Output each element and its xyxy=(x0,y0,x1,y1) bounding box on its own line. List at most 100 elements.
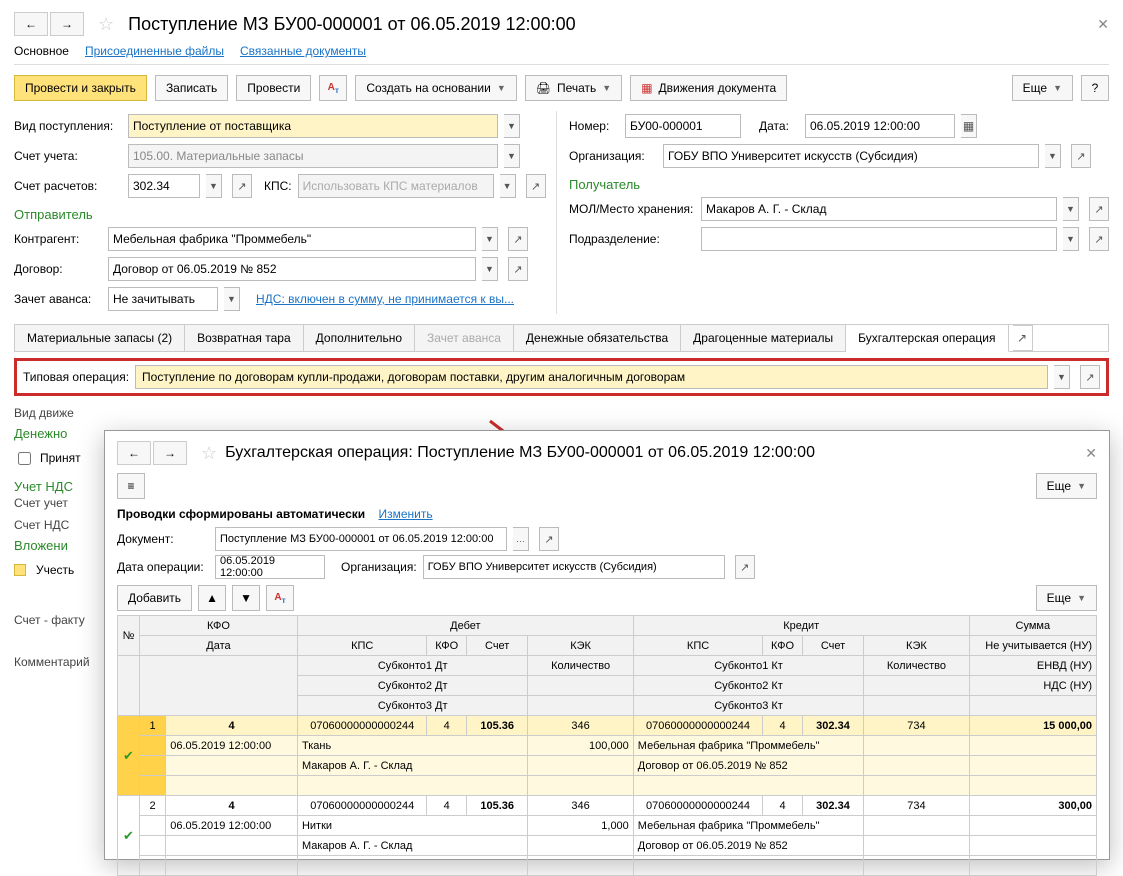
tabs-open[interactable]: ↗ xyxy=(1013,325,1033,351)
sub-doc-ellip[interactable]: … xyxy=(513,527,529,551)
table-row[interactable]: 06.05.2019 12:00:00 Ткань100,000 Мебельн… xyxy=(118,736,1097,756)
advance-label: Зачет аванса: xyxy=(14,292,102,306)
table-row[interactable]: Макаров А. Г. - Склад Договор от 06.05.2… xyxy=(118,756,1097,776)
dk-button[interactable]: Ат xyxy=(266,585,294,611)
settle-acc-dd[interactable]: ▼ xyxy=(206,174,222,198)
tab-precious[interactable]: Драгоценные материалы xyxy=(681,325,846,351)
kps-field[interactable]: Использовать КПС материалов xyxy=(298,174,494,198)
mol-open[interactable]: ↗ xyxy=(1089,197,1109,221)
settle-acc-open[interactable]: ↗ xyxy=(232,174,252,198)
dept-label: Подразделение: xyxy=(569,232,695,246)
contract-dd[interactable]: ▼ xyxy=(482,257,498,281)
sub-doc-open[interactable]: ↗ xyxy=(539,527,559,551)
movements-button[interactable]: ▦Движения документа xyxy=(630,75,787,101)
contract-label: Договор: xyxy=(14,262,102,276)
settle-acc-field[interactable]: 302.34 xyxy=(128,174,200,198)
counterparty-field[interactable]: Мебельная фабрика "Проммебель" xyxy=(108,227,476,251)
table-row[interactable]: 06.05.2019 12:00:00 Нитки1,000 Мебельная… xyxy=(118,816,1097,836)
mol-label: МОЛ/Место хранения: xyxy=(569,202,695,216)
tab-main[interactable]: Основное xyxy=(14,44,69,58)
star-icon[interactable]: ☆ xyxy=(98,14,114,35)
number-field[interactable]: БУ00-000001 xyxy=(625,114,741,138)
mol-dd[interactable]: ▼ xyxy=(1063,197,1079,221)
dept-dd[interactable]: ▼ xyxy=(1063,227,1079,251)
contract-field[interactable]: Договор от 06.05.2019 № 852 xyxy=(108,257,476,281)
date-field[interactable]: 06.05.2019 12:00:00 xyxy=(805,114,955,138)
back-button[interactable]: ← xyxy=(14,12,48,36)
advance-dd[interactable]: ▼ xyxy=(224,287,240,311)
counterparty-open[interactable]: ↗ xyxy=(508,227,528,251)
change-link[interactable]: Изменить xyxy=(378,507,432,521)
advance-field[interactable]: Не зачитывать xyxy=(108,287,218,311)
table-row[interactable]: ✔ 1 4 070600000000002444105.36346 070600… xyxy=(118,716,1097,736)
forward-button[interactable]: → xyxy=(50,12,84,36)
tab-files[interactable]: Присоединенные файлы xyxy=(85,44,224,58)
table-row[interactable]: ✔ 2 4 070600000000002444105.36346 070600… xyxy=(118,796,1097,816)
org-label: Организация: xyxy=(569,149,657,163)
org-dd[interactable]: ▼ xyxy=(1045,144,1061,168)
move-down-button[interactable]: ▼ xyxy=(232,585,260,611)
sub-org-open[interactable]: ↗ xyxy=(735,555,755,579)
account-field: 105.00. Материальные запасы xyxy=(128,144,498,168)
sub-menu-button[interactable]: ≡ xyxy=(117,473,145,499)
vat-link[interactable]: НДС: включен в сумму, не принимается к в… xyxy=(256,292,514,306)
table-row[interactable] xyxy=(118,856,1097,876)
sub-star-icon[interactable]: ☆ xyxy=(201,443,217,464)
move-up-button[interactable]: ▲ xyxy=(198,585,226,611)
sub-forward-button[interactable]: → xyxy=(153,441,187,465)
kps-label: КПС: xyxy=(264,179,292,193)
table-more-button[interactable]: Еще▼ xyxy=(1036,585,1097,611)
close-icon[interactable]: ✕ xyxy=(1097,16,1109,33)
kps-open[interactable]: ↗ xyxy=(526,174,546,198)
receipt-type-dd[interactable]: ▼ xyxy=(504,114,520,138)
org-open[interactable]: ↗ xyxy=(1071,144,1091,168)
postings-table[interactable]: № КФО Дебет Кредит Сумма Дата КПС КФО Сч… xyxy=(117,615,1097,876)
sub-back-button[interactable]: ← xyxy=(117,441,151,465)
accounting-subwindow: ← → ☆ Бухгалтерская операция: Поступлени… xyxy=(104,430,1110,860)
sub-more-button[interactable]: Еще▼ xyxy=(1036,473,1097,499)
typical-op-open[interactable]: ↗ xyxy=(1080,365,1100,389)
kps-dd[interactable]: ▼ xyxy=(500,174,516,198)
account-dd[interactable]: ▼ xyxy=(504,144,520,168)
tab-linked[interactable]: Связанные документы xyxy=(240,44,366,58)
accept-label: Принят xyxy=(40,451,81,465)
tab-return[interactable]: Возвратная тара xyxy=(185,325,304,351)
counterparty-dd[interactable]: ▼ xyxy=(482,227,498,251)
typical-op-field[interactable]: Поступление по договорам купли-продажи, … xyxy=(135,365,1048,389)
help-button[interactable]: ? xyxy=(1081,75,1109,101)
post-close-button[interactable]: Провести и закрыть xyxy=(14,75,147,101)
date-label: Дата: xyxy=(759,119,799,133)
sub-doc-field[interactable]: Поступление МЗ БУ00-000001 от 06.05.2019… xyxy=(215,527,507,551)
tab-extra[interactable]: Дополнительно xyxy=(304,325,415,351)
account-label: Счет учета: xyxy=(14,149,122,163)
tab-cash[interactable]: Денежные обязательства xyxy=(514,325,681,351)
receipt-type-field[interactable]: Поступление от поставщика xyxy=(128,114,498,138)
dept-open[interactable]: ↗ xyxy=(1089,227,1109,251)
table-row[interactable] xyxy=(118,776,1097,796)
incl-checkbox[interactable] xyxy=(14,564,26,576)
add-button[interactable]: Добавить xyxy=(117,585,192,611)
save-button[interactable]: Записать xyxy=(155,75,228,101)
contract-open[interactable]: ↗ xyxy=(508,257,528,281)
print-button[interactable]: 🖨Печать▼ xyxy=(525,75,622,101)
tab-accounting[interactable]: Бухгалтерская операция xyxy=(846,325,1008,352)
typical-op-dd[interactable]: ▼ xyxy=(1054,365,1070,389)
sub-close-icon[interactable]: ✕ xyxy=(1085,445,1097,462)
more-button[interactable]: Еще▼ xyxy=(1012,75,1073,101)
dk-icon-button[interactable]: Ат xyxy=(319,75,347,101)
dept-field[interactable] xyxy=(701,227,1057,251)
sender-heading: Отправитель xyxy=(14,201,556,224)
settle-acc-label: Счет расчетов: xyxy=(14,179,122,193)
sub-org-field[interactable]: ГОБУ ВПО Университет искусств (Субсидия) xyxy=(423,555,725,579)
typical-op-label: Типовая операция: xyxy=(23,370,129,384)
table-row[interactable]: Макаров А. Г. - Склад Договор от 06.05.2… xyxy=(118,836,1097,856)
tab-materials[interactable]: Материальные запасы (2) xyxy=(15,325,185,351)
auto-note: Проводки сформированы автоматически xyxy=(117,507,365,521)
org-field[interactable]: ГОБУ ВПО Университет искусств (Субсидия) xyxy=(663,144,1039,168)
date-cal[interactable]: ▦ xyxy=(961,114,977,138)
counterparty-label: Контрагент: xyxy=(14,232,102,246)
post-button[interactable]: Провести xyxy=(236,75,311,101)
create-based-button[interactable]: Создать на основании▼ xyxy=(355,75,516,101)
mol-field[interactable]: Макаров А. Г. - Склад xyxy=(701,197,1057,221)
accept-checkbox[interactable] xyxy=(18,452,31,465)
